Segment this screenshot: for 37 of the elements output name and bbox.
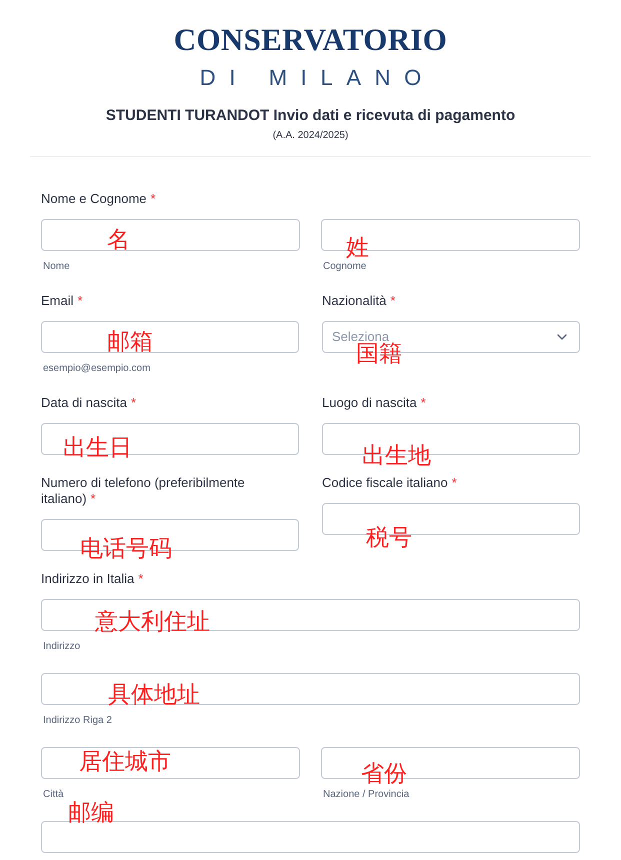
handwritten-annotation: 税号	[366, 527, 412, 550]
handwritten-annotation: 出生日	[63, 437, 132, 460]
input-field[interactable]	[41, 219, 300, 251]
field-sublabel: Indirizzo	[42, 641, 82, 653]
input-field[interactable]	[41, 599, 580, 631]
field-sublabel: esempio@esempio.com	[42, 363, 152, 375]
field-sublabel: Nazione / Provincia	[322, 789, 410, 801]
field-sublabel: Cognome	[322, 261, 368, 273]
handwritten-annotation: 邮编	[68, 802, 114, 825]
field-label: Nazionalità *	[322, 293, 396, 309]
field-sublabel: Nome	[42, 261, 71, 273]
handwritten-annotation: 姓	[346, 237, 369, 260]
field-label: Data di nascita *	[41, 395, 138, 411]
field-label: Nome e Cognome *	[41, 191, 157, 207]
form-title: STUDENTI TURANDOT Invio dati e ricevuta di pagamento	[106, 106, 516, 126]
field-sublabel: Indirizzo Riga 2	[42, 715, 113, 727]
handwritten-annotation: 出生地	[362, 445, 431, 468]
input-field[interactable]	[41, 821, 580, 853]
field-label: Codice fiscale italiano *	[322, 475, 458, 491]
input-field[interactable]	[41, 673, 580, 705]
handwritten-annotation: 省份	[361, 763, 407, 786]
academic-year: (A.A. 2024/2025)	[272, 130, 348, 142]
handwritten-annotation: 名	[107, 229, 130, 252]
input-field[interactable]	[41, 321, 299, 353]
field-label: Luogo di nascita *	[322, 395, 427, 411]
logo-subtitle: DI MILANO	[198, 66, 435, 90]
field-label: Email *	[41, 293, 84, 309]
handwritten-annotation: 电话号码	[80, 538, 172, 561]
handwritten-annotation: 具体地址	[108, 684, 200, 707]
field-label: Indirizzo in Italia *	[41, 571, 144, 587]
field-label: Numero di telefono (preferibilmente italiano) *	[41, 475, 246, 507]
input-field[interactable]	[41, 747, 300, 779]
field-sublabel: Città	[42, 789, 65, 801]
handwritten-annotation: 居住城市	[79, 751, 171, 774]
handwritten-annotation: 意大利住址	[95, 611, 210, 634]
handwritten-annotation: 邮箱	[107, 331, 153, 354]
logo-wordmark: CONSERVATORIO	[174, 22, 448, 58]
